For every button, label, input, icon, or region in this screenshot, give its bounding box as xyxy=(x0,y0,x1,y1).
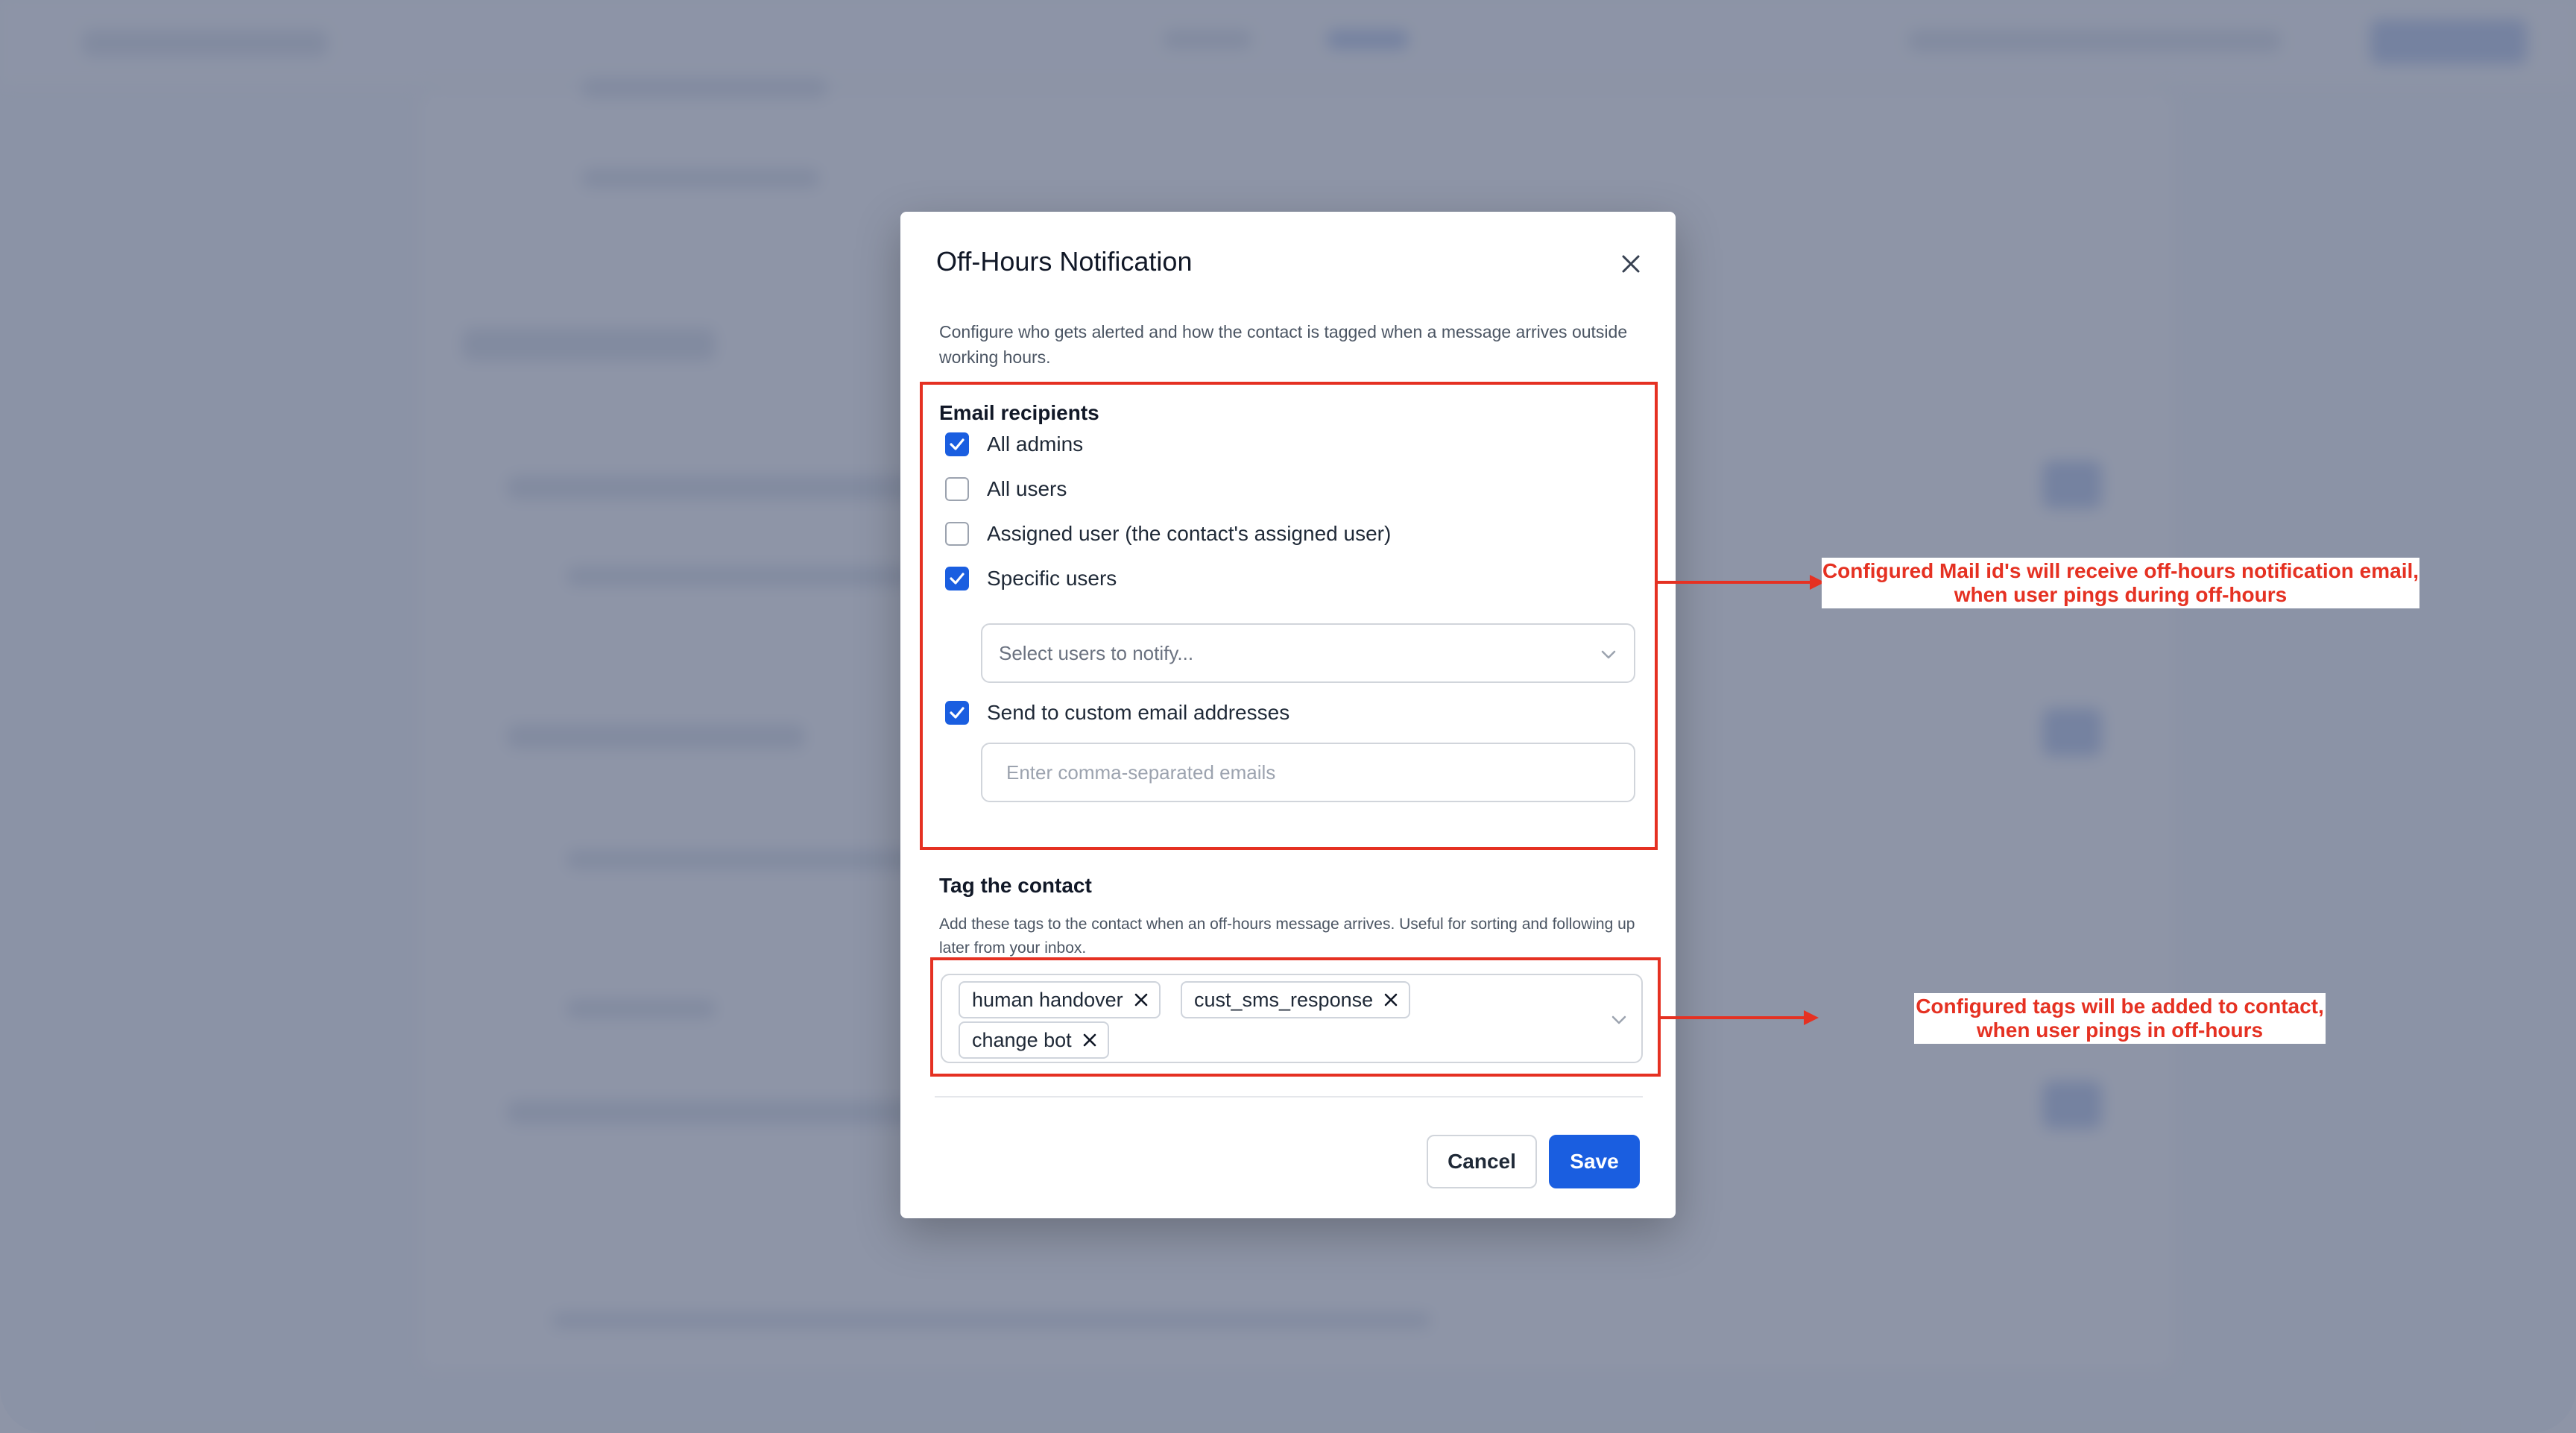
tags-annotation-note: Configured tags will be added to contact… xyxy=(1914,993,2326,1044)
footer-divider xyxy=(935,1096,1643,1097)
close-icon xyxy=(1622,255,1640,273)
annotation-line: when user pings in off-hours xyxy=(1976,1018,2264,1042)
annotation-arrow xyxy=(1658,575,1825,590)
annotation-arrow xyxy=(1661,1010,1819,1025)
annotation-line: when user pings during off-hours xyxy=(1954,583,2288,606)
annotation-line: Configured tags will be added to contact… xyxy=(1916,995,2324,1018)
tag-contact-title: Tag the contact xyxy=(939,874,1092,897)
email-annotation-note: Configured Mail id's will receive off-ho… xyxy=(1822,558,2419,608)
email-recipients-highlight xyxy=(920,382,1658,850)
cancel-button[interactable]: Cancel xyxy=(1427,1135,1537,1188)
annotation-line: Configured Mail id's will receive off-ho… xyxy=(1822,559,2419,582)
save-button[interactable]: Save xyxy=(1549,1135,1640,1188)
dialog-title: Off-Hours Notification xyxy=(936,246,1193,277)
close-button[interactable] xyxy=(1611,245,1650,283)
dialog-description: Configure who gets alerted and how the c… xyxy=(939,322,1628,367)
tags-highlight xyxy=(930,957,1661,1077)
tag-contact-description: Add these tags to the contact when an of… xyxy=(939,916,1635,957)
